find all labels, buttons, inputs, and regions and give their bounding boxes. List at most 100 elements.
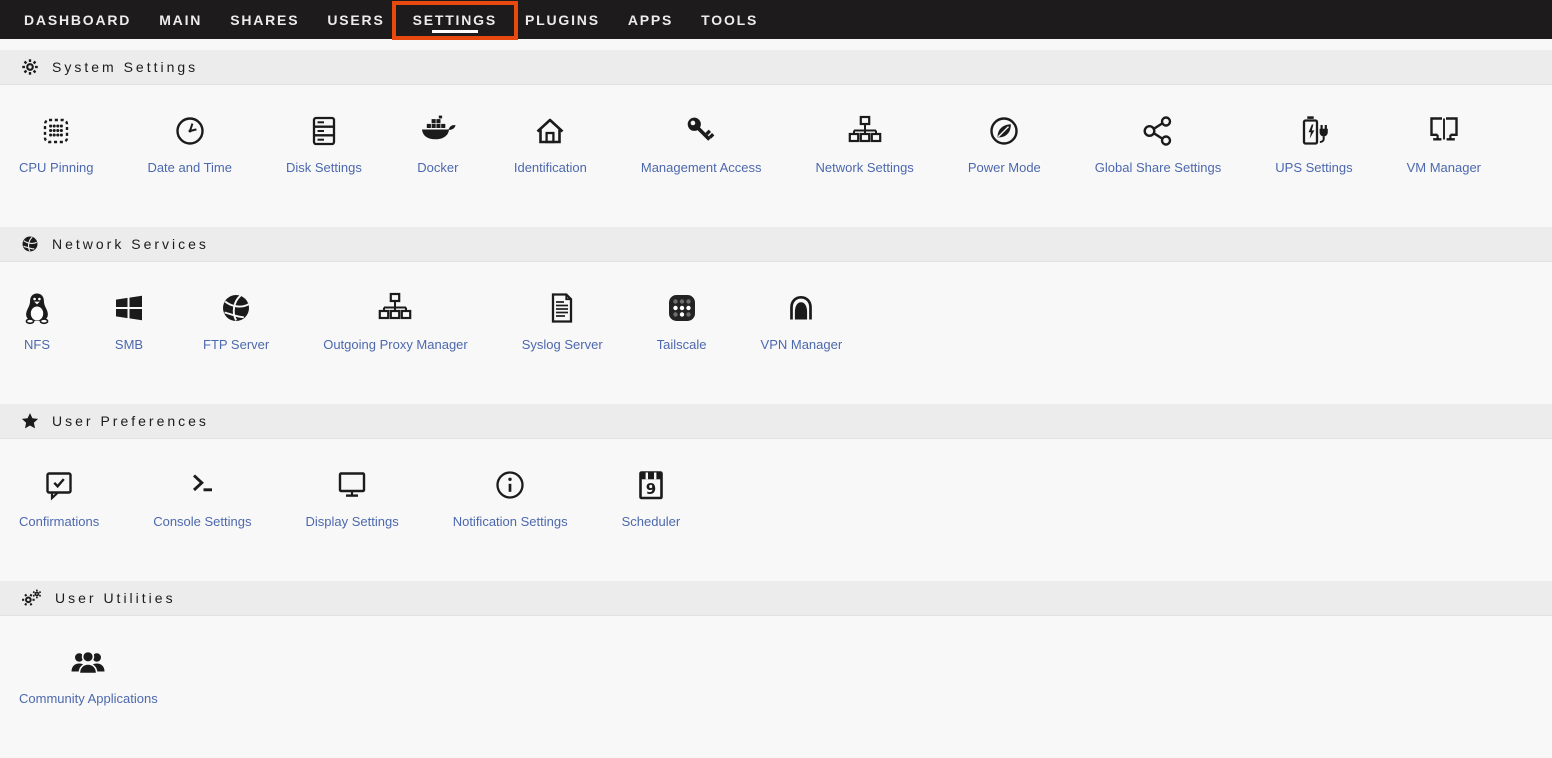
settings-item-ftp-server[interactable]: FTP Server bbox=[203, 290, 269, 352]
item-label: NFS bbox=[24, 337, 50, 352]
item-label: Scheduler bbox=[622, 514, 681, 529]
settings-item-notification-settings[interactable]: Notification Settings bbox=[453, 467, 568, 529]
section-title: User Preferences bbox=[52, 413, 209, 429]
windows-icon bbox=[109, 288, 149, 333]
item-label: VPN Manager bbox=[761, 337, 843, 352]
item-label: Date and Time bbox=[147, 160, 232, 175]
settings-item-display-settings[interactable]: Display Settings bbox=[305, 467, 398, 529]
nav-item-label: PLUGINS bbox=[525, 12, 600, 28]
sitemap-icon bbox=[375, 288, 415, 333]
share-nodes-icon bbox=[1138, 111, 1178, 156]
item-label: Tailscale bbox=[657, 337, 707, 352]
monitor-icon bbox=[332, 465, 372, 510]
settings-item-management-access[interactable]: Management Access bbox=[641, 113, 762, 175]
icon-box bbox=[216, 290, 256, 330]
battery-plug-icon bbox=[1294, 111, 1334, 156]
speech-check-icon bbox=[39, 465, 79, 510]
settings-item-cpu-pinning[interactable]: CPU Pinning bbox=[19, 113, 93, 175]
item-label: Global Share Settings bbox=[1095, 160, 1221, 175]
settings-item-nfs[interactable]: NFS bbox=[19, 290, 55, 352]
nav-item-dashboard[interactable]: DASHBOARD bbox=[10, 0, 145, 39]
section-items: Community Applications bbox=[0, 616, 1552, 758]
item-label: Network Settings bbox=[816, 160, 914, 175]
icon-box bbox=[530, 113, 570, 153]
icon-box bbox=[170, 113, 210, 153]
item-label: SMB bbox=[115, 337, 143, 352]
nav-item-settings[interactable]: SETTINGS bbox=[399, 0, 511, 39]
leaf-circle-icon bbox=[984, 111, 1024, 156]
icon-box bbox=[662, 290, 702, 330]
section-system-settings: System Settings CPU Pinning Date and Time D… bbox=[0, 50, 1552, 227]
section-user-utilities: User Utilities Community Applications bbox=[0, 581, 1552, 758]
settings-item-community-applications[interactable]: Community Applications bbox=[19, 644, 158, 706]
settings-item-global-share-settings[interactable]: Global Share Settings bbox=[1095, 113, 1221, 175]
settings-item-network-settings[interactable]: Network Settings bbox=[816, 113, 914, 175]
globe-icon bbox=[216, 288, 256, 333]
icon-box bbox=[984, 113, 1024, 153]
icon-box bbox=[182, 467, 222, 507]
icon-box bbox=[109, 290, 149, 330]
nav-item-main[interactable]: MAIN bbox=[145, 0, 216, 39]
item-label: UPS Settings bbox=[1275, 160, 1352, 175]
nav-item-plugins[interactable]: PLUGINS bbox=[511, 0, 614, 39]
settings-item-console-settings[interactable]: Console Settings bbox=[153, 467, 251, 529]
item-label: Community Applications bbox=[19, 691, 158, 706]
settings-page: System Settings CPU Pinning Date and Time D… bbox=[0, 39, 1552, 758]
settings-item-vm-manager[interactable]: VM Manager bbox=[1407, 113, 1481, 175]
section-header-user-preferences: User Preferences bbox=[0, 404, 1552, 439]
hood-icon bbox=[781, 288, 821, 333]
settings-item-vpn-manager[interactable]: VPN Manager bbox=[761, 290, 843, 352]
icon-box bbox=[332, 467, 372, 507]
section-header-user-utilities: User Utilities bbox=[0, 581, 1552, 616]
icon-box bbox=[781, 290, 821, 330]
settings-item-scheduler[interactable]: 9 Scheduler bbox=[622, 467, 681, 529]
clock-icon bbox=[170, 111, 210, 156]
settings-item-syslog-server[interactable]: Syslog Server bbox=[522, 290, 603, 352]
home-icon bbox=[530, 111, 570, 156]
icon-box bbox=[1424, 113, 1464, 153]
item-label: Console Settings bbox=[153, 514, 251, 529]
icon-box bbox=[67, 644, 109, 684]
icon-box: 9 bbox=[631, 467, 671, 507]
settings-item-identification[interactable]: Identification bbox=[514, 113, 587, 175]
item-label: Docker bbox=[417, 160, 458, 175]
icon-box bbox=[490, 467, 530, 507]
settings-item-tailscale[interactable]: Tailscale bbox=[657, 290, 707, 352]
settings-item-outgoing-proxy-manager[interactable]: Outgoing Proxy Manager bbox=[323, 290, 468, 352]
nav-item-label: TOOLS bbox=[701, 12, 758, 28]
nav-item-label: APPS bbox=[628, 12, 673, 28]
active-tab-underline bbox=[432, 30, 478, 33]
document-icon bbox=[542, 288, 582, 333]
key-icon bbox=[681, 111, 721, 156]
settings-item-smb[interactable]: SMB bbox=[109, 290, 149, 352]
nav-item-shares[interactable]: SHARES bbox=[216, 0, 313, 39]
settings-item-disk-settings[interactable]: Disk Settings bbox=[286, 113, 362, 175]
settings-item-date-and-time[interactable]: Date and Time bbox=[147, 113, 232, 175]
section-title: Network Services bbox=[52, 236, 209, 252]
users-icon bbox=[67, 642, 109, 687]
sitemap-icon bbox=[845, 111, 885, 156]
settings-item-power-mode[interactable]: Power Mode bbox=[968, 113, 1041, 175]
tailscale-icon bbox=[662, 288, 702, 333]
svg-text:9: 9 bbox=[646, 480, 656, 498]
item-label: Outgoing Proxy Manager bbox=[323, 337, 468, 352]
section-items: NFS SMB FTP Server Outgoing Proxy Manager Sy… bbox=[0, 262, 1552, 404]
settings-item-ups-settings[interactable]: UPS Settings bbox=[1275, 113, 1352, 175]
calendar-icon: 9 bbox=[631, 465, 671, 510]
item-label: Management Access bbox=[641, 160, 762, 175]
nav-item-users[interactable]: USERS bbox=[313, 0, 398, 39]
item-label: Display Settings bbox=[305, 514, 398, 529]
settings-item-docker[interactable]: Docker bbox=[416, 113, 460, 175]
nav-item-label: USERS bbox=[327, 12, 384, 28]
nav-item-tools[interactable]: TOOLS bbox=[687, 0, 772, 39]
item-label: Syslog Server bbox=[522, 337, 603, 352]
item-label: CPU Pinning bbox=[19, 160, 93, 175]
settings-item-confirmations[interactable]: Confirmations bbox=[19, 467, 99, 529]
icon-box bbox=[845, 113, 885, 153]
section-items: CPU Pinning Date and Time Disk Settings Doc… bbox=[0, 85, 1552, 227]
section-title: System Settings bbox=[52, 59, 198, 75]
vm-icon bbox=[1424, 111, 1464, 156]
docker-icon bbox=[416, 111, 460, 156]
nav-item-apps[interactable]: APPS bbox=[614, 0, 687, 39]
item-label: Notification Settings bbox=[453, 514, 568, 529]
